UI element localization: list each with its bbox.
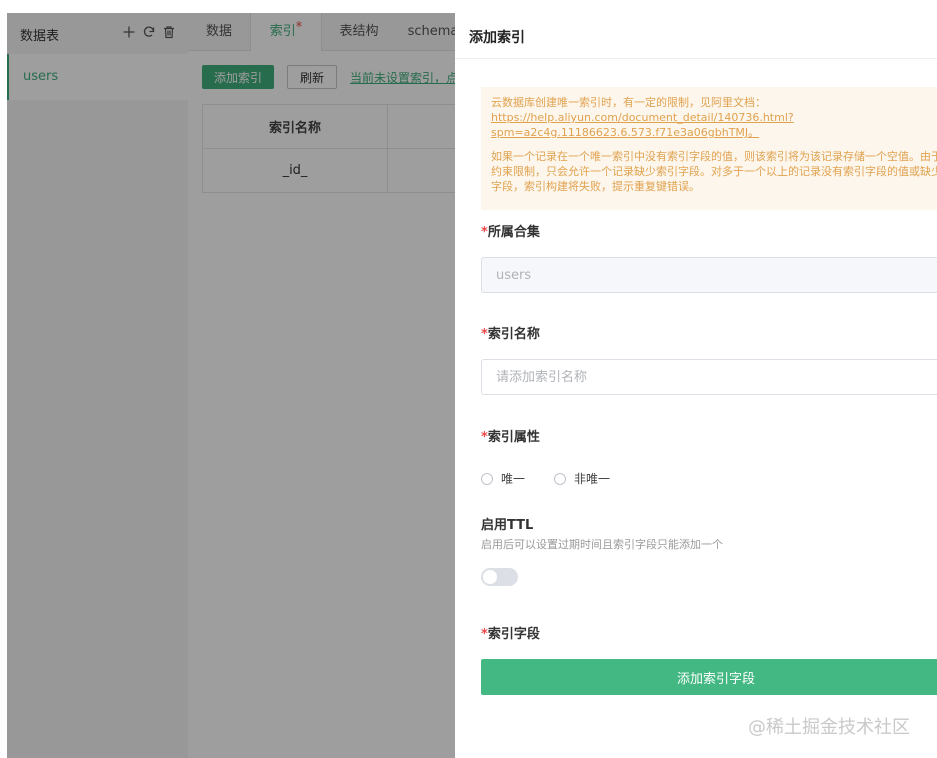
notice-line: 字段，索引构建将失败，提示重复键错误。 [491,180,700,193]
app-frame: 数据表 users 数据 索引* 表结构 schema 添加索引 刷新 当前未设… [7,13,937,758]
radio-non-unique[interactable]: 非唯一 [554,470,610,487]
notice-doc-link[interactable]: https://help.aliyun.com/document_detail/… [491,111,794,124]
collection-input [481,257,937,293]
index-attr-label: *索引属性 [481,426,540,445]
index-fields-label: *索引字段 [481,623,540,642]
add-index-drawer: 添加索引 云数据库创建唯一索引时，有一定的限制，见阿里文档： https://h… [455,13,937,758]
label-text: 索引名称 [487,327,540,342]
required-marker: * [481,225,488,240]
radio-circle[interactable] [481,472,493,485]
index-name-input[interactable] [481,359,937,395]
radio-unique[interactable]: 唯一 [481,470,525,487]
notice-line: 约束限制，只会允许一个记录缺少索引字段。对多于一个以上的记录没有索引字段的值或缺… [491,165,937,178]
required-marker: * [481,327,488,342]
modal-overlay[interactable] [7,13,455,758]
add-index-field-button[interactable]: 添加索引字段 [481,659,937,695]
required-marker: * [481,430,488,445]
index-name-label: *索引名称 [481,323,540,342]
label-text: 索引字段 [487,627,540,642]
ttl-label: 启用TTL [481,518,534,533]
radio-label: 非唯一 [574,472,611,486]
collection-label: *所属合集 [481,221,540,240]
ttl-hint: 启用后可以设置过期时间且索引字段只能添加一个 [481,538,723,551]
unique-index-notice: 云数据库创建唯一索引时，有一定的限制，见阿里文档： https://help.a… [481,87,937,210]
watermark: @稀土掘金技术社区 [748,717,910,738]
notice-line: 如果一个记录在一个唯一索引中没有索引字段的值，则该索引将为该记录存储一个空值。由… [491,150,937,163]
drawer-title: 添加索引 [469,30,525,46]
ttl-toggle[interactable] [481,568,518,586]
notice-doc-link-cont[interactable]: spm=a2c4g.11186623.6.573.f71e3a06gbhTMJ。 [491,126,759,139]
radio-circle[interactable] [554,472,566,485]
radio-label: 唯一 [501,472,526,486]
label-text: 索引属性 [487,430,540,445]
drawer-divider [455,58,937,59]
label-text: 所属合集 [487,225,540,240]
required-marker: * [481,627,488,642]
notice-line: 云数据库创建唯一索引时，有一定的限制，见阿里文档： [491,96,766,109]
toggle-knob [483,570,497,584]
